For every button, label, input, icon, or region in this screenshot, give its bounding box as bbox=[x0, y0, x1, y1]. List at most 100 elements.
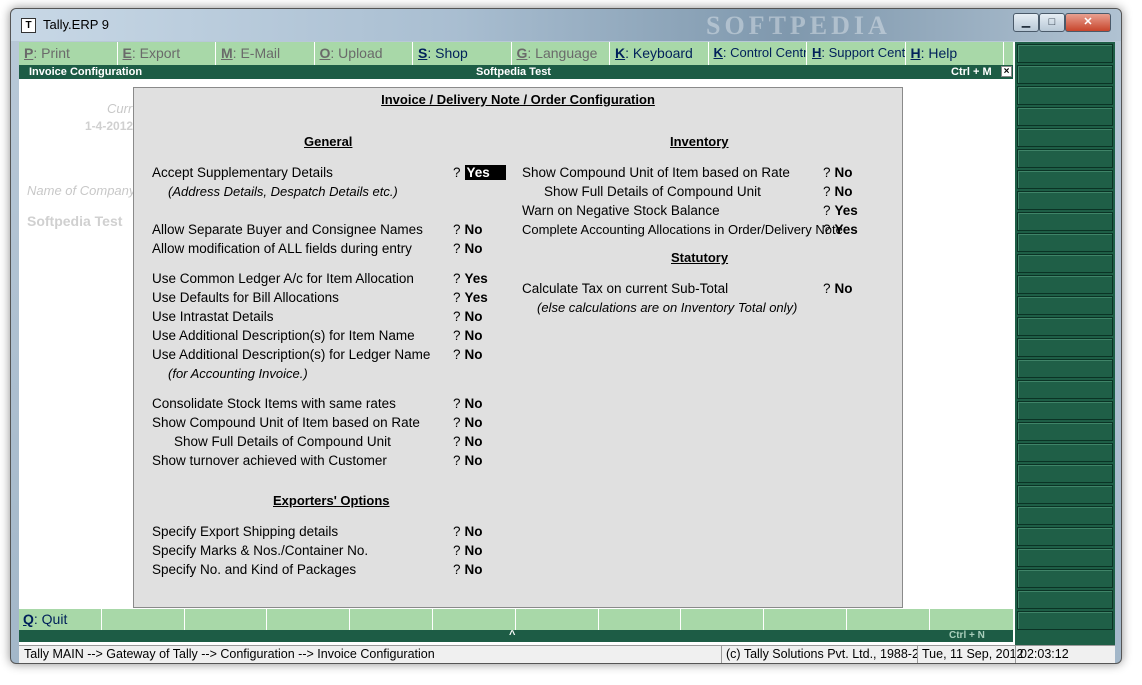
side-button[interactable] bbox=[1017, 149, 1113, 168]
menu-support-centre[interactable]: H: Support Centre bbox=[807, 42, 906, 65]
config-value[interactable]: ? No bbox=[453, 453, 483, 468]
side-button[interactable] bbox=[1017, 107, 1113, 126]
value-field[interactable]: Yes bbox=[835, 203, 858, 218]
side-button[interactable] bbox=[1017, 191, 1113, 210]
config-value[interactable]: ? No bbox=[453, 396, 483, 411]
side-button[interactable] bbox=[1017, 422, 1113, 441]
maximize-button[interactable]: □ bbox=[1039, 13, 1065, 32]
empty-button[interactable] bbox=[267, 609, 351, 630]
config-value[interactable]: ? Yes bbox=[453, 290, 488, 305]
value-field[interactable]: No bbox=[465, 222, 483, 237]
side-button[interactable] bbox=[1017, 548, 1113, 567]
side-button[interactable] bbox=[1017, 275, 1113, 294]
side-button[interactable] bbox=[1017, 485, 1113, 504]
value-field[interactable]: No bbox=[465, 241, 483, 256]
value-field[interactable]: No bbox=[465, 524, 483, 539]
empty-button[interactable] bbox=[847, 609, 930, 630]
value-field[interactable]: Yes bbox=[465, 271, 488, 286]
config-label: Show Full Details of Compound Unit bbox=[544, 184, 761, 199]
config-value[interactable]: ? No bbox=[823, 281, 853, 296]
value-field[interactable]: No bbox=[465, 415, 483, 430]
side-button[interactable] bbox=[1017, 317, 1113, 336]
config-value[interactable]: ? Yes bbox=[823, 203, 858, 218]
empty-button[interactable] bbox=[681, 609, 765, 630]
value-field[interactable]: No bbox=[835, 184, 853, 199]
config-value[interactable]: ? No bbox=[453, 347, 483, 362]
config-value[interactable]: ? No bbox=[823, 184, 853, 199]
close-button[interactable]: ✕ bbox=[1065, 13, 1111, 32]
side-button[interactable] bbox=[1017, 506, 1113, 525]
empty-button[interactable] bbox=[433, 609, 516, 630]
minimize-button[interactable]: ▁ bbox=[1013, 13, 1039, 32]
side-button[interactable] bbox=[1017, 212, 1113, 231]
side-button[interactable] bbox=[1017, 611, 1113, 630]
value-field[interactable]: No bbox=[835, 165, 853, 180]
value-field[interactable]: No bbox=[835, 281, 853, 296]
menu-shop[interactable]: S: Shop bbox=[413, 42, 512, 65]
config-value[interactable]: ? No bbox=[453, 524, 483, 539]
menu-language[interactable]: G: Language bbox=[512, 42, 610, 65]
value-field[interactable]: No bbox=[465, 347, 483, 362]
side-button[interactable] bbox=[1017, 44, 1113, 63]
quit-button[interactable]: Q: Quit bbox=[19, 609, 102, 630]
side-button[interactable] bbox=[1017, 464, 1113, 483]
menu-keyboard[interactable]: K: Keyboard bbox=[610, 42, 709, 65]
value-field[interactable]: No bbox=[465, 328, 483, 343]
menu-export[interactable]: E: Export bbox=[118, 42, 216, 65]
config-value[interactable]: ? No bbox=[453, 562, 483, 577]
value-field[interactable]: No bbox=[465, 434, 483, 449]
config-value[interactable]: ? No bbox=[453, 434, 483, 449]
empty-button[interactable] bbox=[764, 609, 847, 630]
config-value[interactable]: ? No bbox=[823, 165, 853, 180]
config-value[interactable]: ? Yes bbox=[823, 222, 858, 237]
empty-button[interactable] bbox=[599, 609, 682, 630]
side-button[interactable] bbox=[1017, 65, 1113, 84]
menu-upload[interactable]: O: Upload bbox=[315, 42, 413, 65]
title-bar[interactable]: T Tally.ERP 9 SOFTPEDIA ▁ □ ✕ bbox=[11, 9, 1121, 41]
side-button[interactable] bbox=[1017, 86, 1113, 105]
side-button[interactable] bbox=[1017, 359, 1113, 378]
side-button[interactable] bbox=[1017, 128, 1113, 147]
config-value[interactable]: ? No bbox=[453, 328, 483, 343]
close-icon[interactable]: × bbox=[1001, 66, 1012, 77]
config-value-accept-supplementary[interactable]: ? Yes bbox=[453, 165, 506, 180]
expand-caret-icon[interactable]: ^ bbox=[509, 629, 515, 641]
side-button[interactable] bbox=[1017, 233, 1113, 252]
value-field[interactable]: No bbox=[465, 453, 483, 468]
side-button[interactable] bbox=[1017, 338, 1113, 357]
value-field[interactable]: No bbox=[465, 543, 483, 558]
side-button[interactable] bbox=[1017, 380, 1113, 399]
side-button[interactable] bbox=[1017, 170, 1113, 189]
value-field[interactable]: Yes bbox=[835, 222, 858, 237]
section-inventory: Inventory bbox=[670, 134, 729, 149]
side-button[interactable] bbox=[1017, 590, 1113, 609]
value-field[interactable]: No bbox=[465, 309, 483, 324]
quit-label: : Quit bbox=[33, 611, 68, 627]
menu-print[interactable]: P: Print bbox=[19, 42, 118, 65]
question-mark: ? bbox=[823, 165, 831, 180]
side-button[interactable] bbox=[1017, 296, 1113, 315]
config-value[interactable]: ? No bbox=[453, 415, 483, 430]
side-button[interactable] bbox=[1017, 443, 1113, 462]
empty-button[interactable] bbox=[185, 609, 268, 630]
empty-button[interactable] bbox=[102, 609, 185, 630]
side-button[interactable] bbox=[1017, 254, 1113, 273]
empty-button[interactable] bbox=[516, 609, 599, 630]
menu-control-centre[interactable]: K: Control Centre bbox=[709, 42, 807, 65]
value-field[interactable]: No bbox=[465, 396, 483, 411]
config-value[interactable]: ? No bbox=[453, 241, 483, 256]
value-field[interactable]: No bbox=[465, 562, 483, 577]
side-button[interactable] bbox=[1017, 401, 1113, 420]
menu-email[interactable]: M: E-Mail bbox=[216, 42, 315, 65]
empty-button[interactable] bbox=[350, 609, 433, 630]
value-field[interactable]: Yes bbox=[464, 165, 506, 180]
config-value[interactable]: ? Yes bbox=[453, 271, 488, 286]
side-button[interactable] bbox=[1017, 569, 1113, 588]
config-value[interactable]: ? No bbox=[453, 309, 483, 324]
side-button[interactable] bbox=[1017, 527, 1113, 546]
menu-help[interactable]: H: Help bbox=[906, 42, 1004, 65]
value-field[interactable]: Yes bbox=[465, 290, 488, 305]
config-value[interactable]: ? No bbox=[453, 222, 483, 237]
empty-button[interactable] bbox=[930, 609, 1013, 630]
config-value[interactable]: ? No bbox=[453, 543, 483, 558]
